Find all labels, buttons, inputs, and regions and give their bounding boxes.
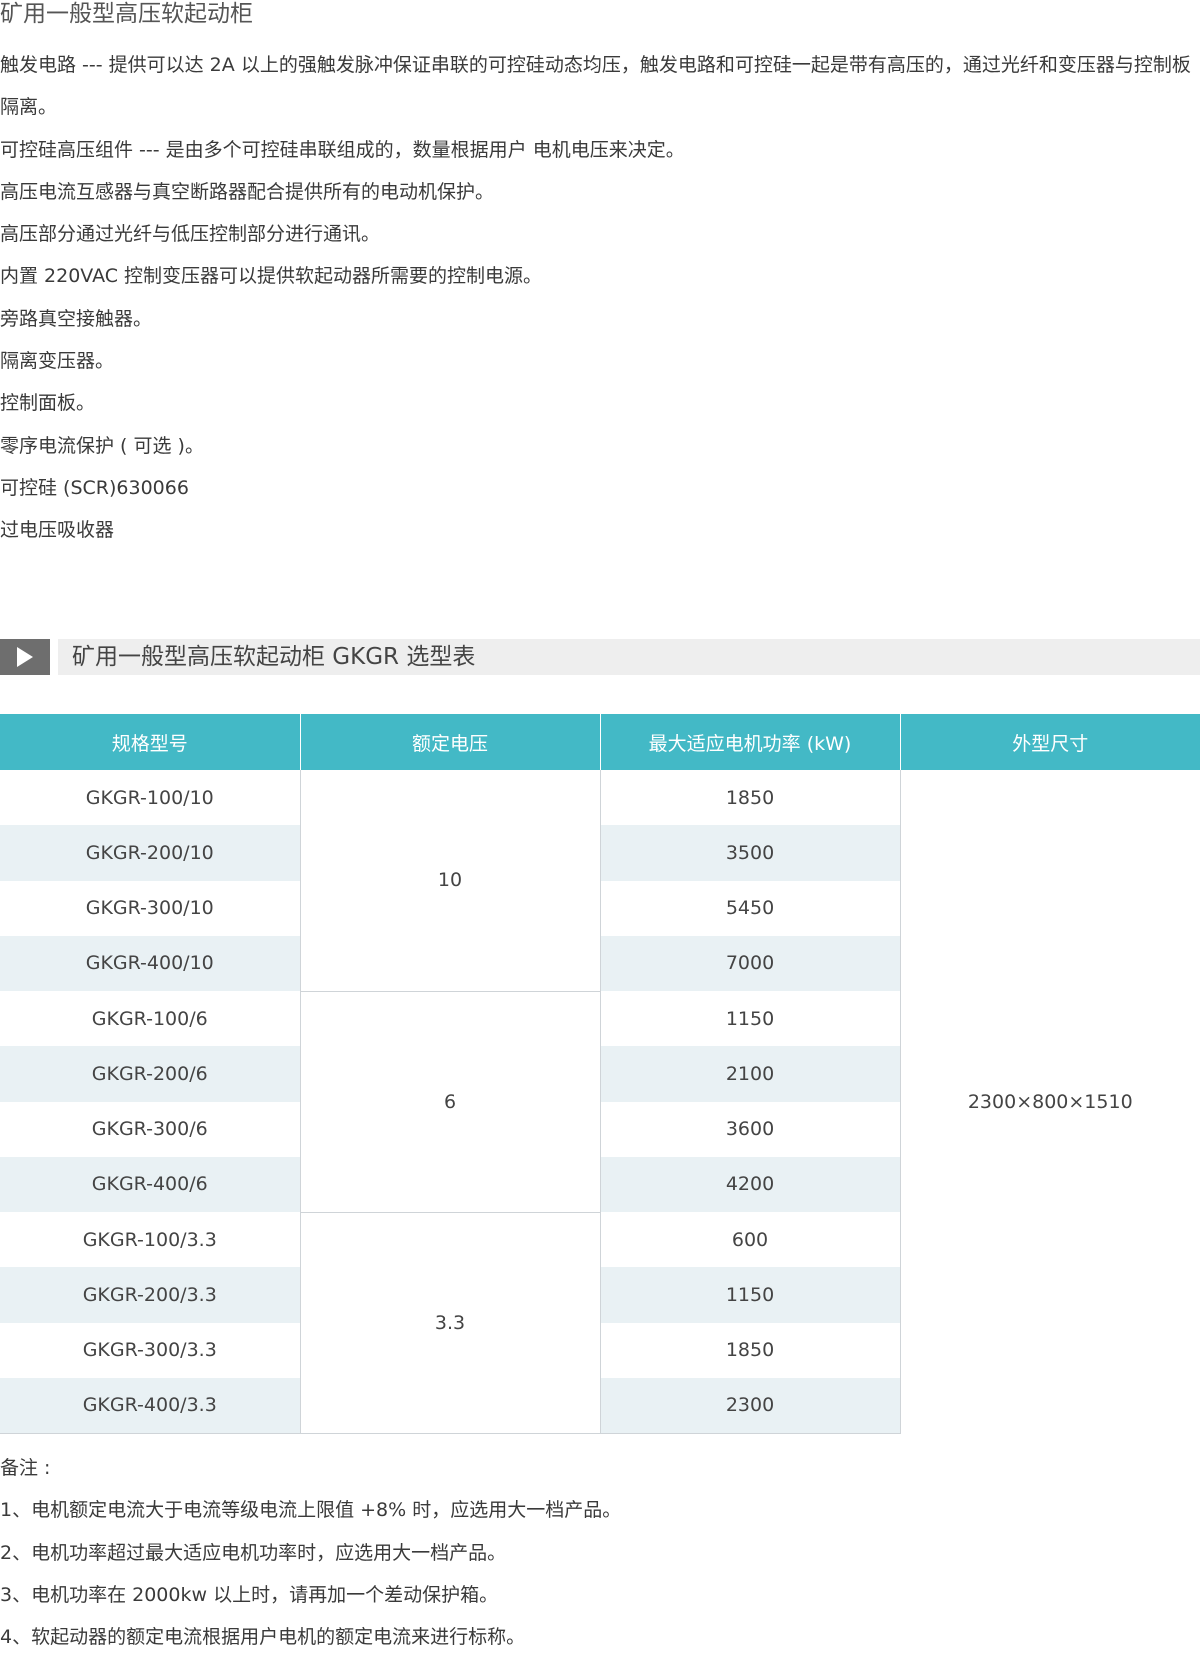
feature-item: 高压部分通过光纤与低压控制部分进行通讯。	[0, 223, 381, 246]
section-title: 矿用一般型高压软起动柜 GKGR 选型表	[72, 644, 476, 670]
note-item: 3、电机功率在 2000kw 以上时，请再加一个差动保护箱。	[0, 1583, 499, 1606]
feature-item: 高压电流互感器与真空断路器配合提供所有的电动机保护。	[0, 180, 495, 203]
cell-model: GKGR-400/6	[0, 1156, 301, 1212]
cell-power: 1150	[600, 1267, 901, 1323]
cell-model: GKGR-100/10	[0, 770, 301, 826]
section-header: 矿用一般型高压软起动柜 GKGR 选型表	[0, 639, 1200, 675]
cell-power: 2100	[600, 1046, 901, 1102]
header-voltage: 额定电压	[300, 714, 601, 770]
cell-power: 3600	[600, 1101, 901, 1157]
feature-list: 触发电路 --- 提供可以达 2A 以上的强触发脉冲保证串联的可控硅动态均压，触…	[0, 44, 1200, 552]
feature-item: 触发电路 --- 提供可以达 2A 以上的强触发脉冲保证串联的可控硅动态均压，触…	[0, 54, 1191, 119]
feature-item: 过电压吸收器	[0, 519, 115, 542]
cell-model: GKGR-300/3.3	[0, 1322, 301, 1378]
notes-list: 备注 : 1、电机额定电流大于电流等级电流上限值 +8% 时，应选用大一档产品。…	[0, 1447, 1200, 1658]
note-item: 2、电机功率超过最大适应电机功率时，应选用大一档产品。	[0, 1541, 507, 1564]
cell-power: 600	[600, 1212, 901, 1268]
cell-voltage: 3.3	[300, 1212, 601, 1434]
cell-model: GKGR-200/6	[0, 1046, 301, 1102]
feature-item: 隔离变压器。	[0, 350, 115, 373]
feature-item: 零序电流保护 ( 可选 )。	[0, 434, 204, 457]
note-item: 1、电机额定电流大于电流等级电流上限值 +8% 时，应选用大一档产品。	[0, 1499, 622, 1522]
cell-power: 1850	[600, 770, 901, 826]
cell-model: GKGR-300/6	[0, 1101, 301, 1157]
table-row: GKGR-100/10 10 1850 2300×800×1510	[0, 770, 1200, 1434]
table-header-row: 规格型号 额定电压 最大适应电机功率 (kW) 外型尺寸	[0, 714, 1200, 770]
note-item: 4、软起动器的额定电流根据用户电机的额定电流来进行标称。	[0, 1626, 526, 1649]
section-band: 矿用一般型高压软起动柜 GKGR 选型表	[58, 639, 1200, 675]
cell-size: 2300×800×1510	[900, 770, 1200, 1434]
cell-model: GKGR-400/10	[0, 935, 301, 991]
header-model: 规格型号	[0, 714, 301, 770]
feature-item: 可控硅 (SCR)630066	[0, 476, 189, 499]
cell-model: GKGR-400/3.3	[0, 1377, 301, 1434]
cell-model: GKGR-200/3.3	[0, 1267, 301, 1323]
header-size: 外型尺寸	[900, 714, 1200, 770]
play-icon	[0, 639, 50, 675]
cell-model: GKGR-200/10	[0, 825, 301, 881]
notes-heading: 备注 :	[0, 1457, 51, 1479]
cell-voltage: 10	[300, 770, 601, 992]
cell-power: 3500	[600, 825, 901, 881]
feature-item: 可控硅高压组件 --- 是由多个可控硅串联组成的，数量根据用户 电机电压来决定。	[0, 138, 685, 161]
header-power: 最大适应电机功率 (kW)	[600, 714, 901, 770]
cell-power: 1150	[600, 991, 901, 1047]
feature-item: 旁路真空接触器。	[0, 307, 153, 330]
cell-model: GKGR-100/3.3	[0, 1212, 301, 1268]
cell-model: GKGR-300/10	[0, 880, 301, 936]
feature-item: 内置 220VAC 控制变压器可以提供软起动器所需要的控制电源。	[0, 265, 543, 288]
feature-item: 控制面板。	[0, 392, 96, 415]
cell-power: 2300	[600, 1377, 901, 1434]
page-title: 矿用一般型高压软起动柜	[0, 1, 253, 27]
cell-model: GKGR-100/6	[0, 991, 301, 1047]
cell-power: 4200	[600, 1156, 901, 1212]
cell-power: 5450	[600, 880, 901, 936]
cell-power: 7000	[600, 935, 901, 991]
cell-voltage: 6	[300, 991, 601, 1213]
selection-table: 规格型号 额定电压 最大适应电机功率 (kW) 外型尺寸 GKGR-100/10…	[0, 714, 1200, 1434]
cell-power: 1850	[600, 1322, 901, 1378]
